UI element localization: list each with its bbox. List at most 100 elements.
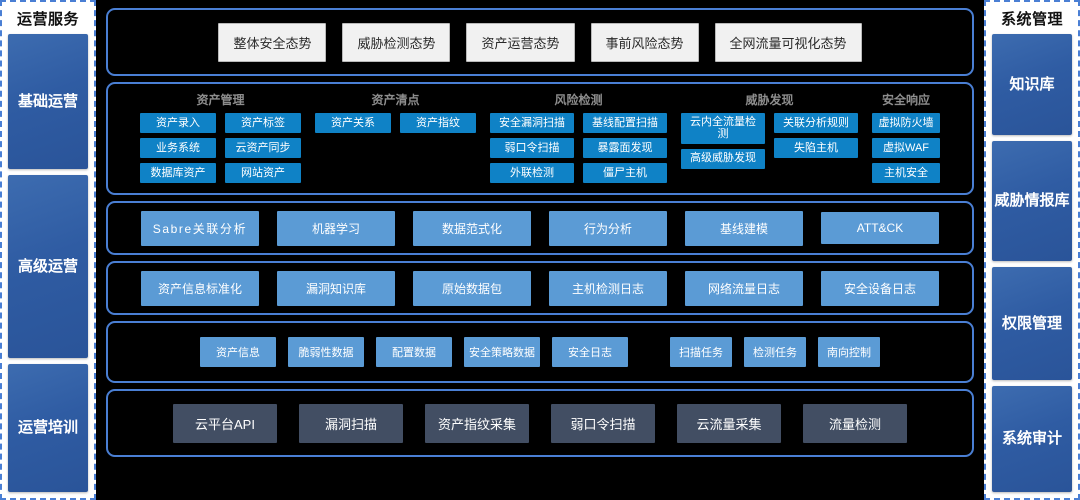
data-layer-chip-row: 资产信息标准化 漏洞知识库 原始数据包 主机检测日志 网络流量日志 安全设备日志	[108, 270, 972, 306]
object-chip-安全日志[interactable]: 安全日志	[552, 337, 628, 367]
collector-chip-弱口令扫描[interactable]: 弱口令扫描	[551, 403, 655, 443]
capability-column: 资产指纹	[400, 113, 476, 133]
capability-chip-业务系统[interactable]: 业务系统	[140, 138, 216, 158]
analytics-chip-att-ck[interactable]: ATT&CK	[821, 212, 939, 244]
capability-column: 资产标签云资产同步网站资产	[225, 113, 301, 183]
capability-column: 虚拟防火墙虚拟WAF 主机安全	[872, 113, 940, 183]
capability-chip-资产录入[interactable]: 资产录入	[140, 113, 216, 133]
scenario-tab-全网流量可视化态势[interactable]: 全网流量可视化态势	[714, 22, 862, 62]
collector-chip-资产指纹采集[interactable]: 资产指纹采集	[425, 403, 529, 443]
scenario-tab-资产运营态势[interactable]: 资产运营态势	[466, 22, 575, 62]
capability-chip-僵尸主机[interactable]: 僵尸主机	[583, 163, 667, 183]
capability-chip-虚拟防火墙[interactable]: 虚拟防火墙	[872, 113, 940, 133]
capability-group-row: 资产管理 资产录入 业务系统 数据库资产 资产标签 云资产同步 网站资产 资产清点 资产关系 资产…	[108, 84, 972, 193]
object-chip-检测任务[interactable]: 检测任务	[744, 337, 806, 367]
scenario-section: 整体安全态势 威胁检测态势 资产运营态势 事前风险态势 全网流量可视化态势	[106, 8, 974, 76]
capability-section: 资产管理 资产录入 业务系统 数据库资产 资产标签 云资产同步 网站资产 资产清点 资产关系 资产…	[106, 82, 974, 195]
capability-columns: 安全漏洞扫描 弱口令扫描 外联检测 基线配置扫描 暴露面发现 僵尸主机	[490, 113, 667, 183]
analytics-chip-机器学习[interactable]: 机器学习	[277, 210, 395, 246]
sidebar-panel-label: 运营	[48, 92, 79, 110]
capability-column: 安全漏洞扫描 弱口令扫描外联检测	[490, 113, 574, 183]
capability-chip-外联检测[interactable]: 外联检测	[490, 163, 574, 183]
right-sidebar-panel-权限管理[interactable]: 权限 管理	[992, 266, 1072, 380]
left-sidebar-title: 运营服务	[16, 11, 79, 28]
scenario-tab-整体安全态势[interactable]: 整体安全态势	[218, 22, 327, 62]
capability-group-title: 威胁发现	[745, 93, 794, 107]
capability-chip-虚拟waf[interactable]: 虚拟WAF	[872, 138, 940, 158]
capability-group-title: 资产清点	[371, 93, 420, 107]
capability-chip-主机安全[interactable]: 主机安全	[872, 163, 940, 183]
data-chip-资产信息标准化[interactable]: 资产信息标准化	[141, 270, 259, 306]
object-chip-脆弱性数据[interactable]: 脆弱性数据	[288, 337, 364, 367]
right-sidebar-panel-知识库[interactable]: 知识库	[992, 34, 1072, 136]
capability-columns: 云内全流量检 测高级威胁发现 关联分析规则 失陷主机	[681, 113, 858, 169]
data-chip-原始数据包[interactable]: 原始数据包	[413, 270, 531, 306]
capability-chip-云内全流量检测[interactable]: 云内全流量检 测	[681, 113, 765, 144]
capability-chip-资产指纹[interactable]: 资产指纹	[400, 113, 476, 133]
object-chip-配置数据[interactable]: 配置数据	[376, 337, 452, 367]
object-chip-资产信息[interactable]: 资产信息	[200, 337, 276, 367]
analytics-chip-row: Sabre关联分析 机器学习 数据范式化 行为分析 基线建模 ATT&CK	[108, 210, 972, 246]
right-sidebar-panel-系统审计[interactable]: 系统 审计	[992, 385, 1072, 492]
left-sidebar-panel-基础运营[interactable]: 基础 运营	[8, 34, 88, 170]
sidebar-panel-label: 知识库	[1009, 75, 1055, 93]
analytics-chip-数据范式化[interactable]: 数据范式化	[413, 210, 531, 246]
capability-group-title: 安全响应	[881, 93, 930, 107]
capability-column: 资产录入业务系统数据库资产	[140, 113, 216, 183]
capability-chip-资产标签[interactable]: 资产标签	[225, 113, 301, 133]
collector-section: 云平台API 漏洞扫描 资产指纹采集 弱口令扫描 云流量采集 流量检测	[106, 389, 974, 457]
right-sidebar-panel-威胁情报库[interactable]: 威胁 情报库	[992, 141, 1072, 261]
capability-column: 资产关系	[315, 113, 391, 133]
capability-group-资产清点: 资产清点资产关系 资产指纹	[308, 91, 483, 133]
sidebar-panel-label: 运营	[17, 419, 48, 437]
analytics-chip-基线建模[interactable]: 基线建模	[685, 210, 803, 246]
collector-chip-漏洞扫描[interactable]: 漏洞扫描	[299, 403, 403, 443]
sidebar-panel-label: 管理	[1032, 314, 1063, 332]
capability-chip-网站资产[interactable]: 网站资产	[225, 163, 301, 183]
capability-columns: 资产录入 业务系统 数据库资产 资产标签 云资产同步 网站资产	[140, 113, 301, 183]
object-row: 资产信息 脆弱性数据 配置数据 安全策略数据 安全日志 扫描任务 检测任务 南向控制	[108, 337, 972, 367]
analytics-chip-行为分析[interactable]: 行为分析	[549, 210, 667, 246]
right-sidebar-items: 知识库 威胁 情报库 权限 管理 系统 审计	[992, 34, 1072, 492]
capability-group-威胁发现: 威胁发现云内全流量检 测高级威胁发现 关联分析规则 失陷主机	[674, 91, 865, 169]
capability-chip-高级威胁发现[interactable]: 高级威胁发现	[681, 148, 765, 169]
architecture-diagram: 运营服务 基础 运营 高级 运营 运营 培训 整体安全态势 威胁检测态势 资产运营态势 事前风险…	[0, 0, 1080, 500]
sidebar-panel-label: 基础	[17, 92, 48, 110]
sidebar-panel-label: 权限	[1001, 314, 1032, 332]
right-sidebar-title: 系统管理	[1000, 11, 1063, 28]
object-chip-安全策略数据[interactable]: 安全策略数据	[464, 337, 540, 367]
data-chip-漏洞知识库[interactable]: 漏洞知识库	[277, 270, 395, 306]
capability-chip-资产关系[interactable]: 资产关系	[315, 113, 391, 133]
analytics-chip-sabre关联分析[interactable]: Sabre关联分析	[141, 210, 259, 246]
capability-chip-数据库资产[interactable]: 数据库资产	[140, 163, 216, 183]
capability-group-风险检测: 风险检测 安全漏洞扫描 弱口令扫描 外联检测 基线配置扫描 暴露面发现 僵尸主机	[483, 91, 674, 183]
data-chip-主机检测日志[interactable]: 主机检测日志	[549, 270, 667, 306]
scenario-tab-事前风险态势[interactable]: 事前风险态势	[590, 22, 699, 62]
left-sidebar-panel-高级运营[interactable]: 高级 运营	[8, 175, 88, 358]
collector-chip-云平台api[interactable]: 云平台API	[173, 403, 277, 443]
capability-chip-弱口令扫描[interactable]: 弱口令扫描	[490, 138, 574, 158]
capability-chip-基线配置扫描[interactable]: 基线配置扫描	[583, 113, 667, 133]
object-chip-南向控制[interactable]: 南向控制	[818, 337, 880, 367]
sidebar-panel-label: 高级	[17, 257, 48, 275]
data-chip-安全设备日志[interactable]: 安全设备日志	[821, 270, 939, 306]
right-sidebar: 系统管理 知识库 威胁 情报库 权限 管理 系统 审计	[984, 0, 1080, 500]
capability-columns: 虚拟防火墙虚拟WAF 主机安全	[872, 113, 940, 183]
data-layer-section: 资产信息标准化 漏洞知识库 原始数据包 主机检测日志 网络流量日志 安全设备日志	[106, 261, 974, 315]
capability-chip-关联分析规则[interactable]: 关联分析规则	[774, 113, 858, 133]
scenario-tab-威胁检测态势[interactable]: 威胁检测态势	[342, 22, 451, 62]
sidebar-panel-label: 情报库	[1024, 192, 1070, 210]
data-chip-网络流量日志[interactable]: 网络流量日志	[685, 270, 803, 306]
capability-group-title: 风险检测	[554, 93, 603, 107]
object-chip-扫描任务[interactable]: 扫描任务	[670, 337, 732, 367]
capability-chip-云资产同步[interactable]: 云资产同步	[225, 138, 301, 158]
capability-chip-失陷主机[interactable]: 失陷主机	[774, 138, 858, 158]
collector-chip-流量检测[interactable]: 流量检测	[803, 403, 907, 443]
collector-chip-云流量采集[interactable]: 云流量采集	[677, 403, 781, 443]
capability-column: 关联分析规则 失陷主机	[774, 113, 858, 169]
capability-chip-安全漏洞扫描[interactable]: 安全漏洞扫描	[490, 113, 574, 133]
left-sidebar-panel-运营培训[interactable]: 运营 培训	[8, 363, 88, 492]
sidebar-panel-label: 威胁	[994, 192, 1025, 210]
capability-chip-暴露面发现[interactable]: 暴露面发现	[583, 138, 667, 158]
sidebar-panel-label: 系统	[1001, 430, 1032, 448]
